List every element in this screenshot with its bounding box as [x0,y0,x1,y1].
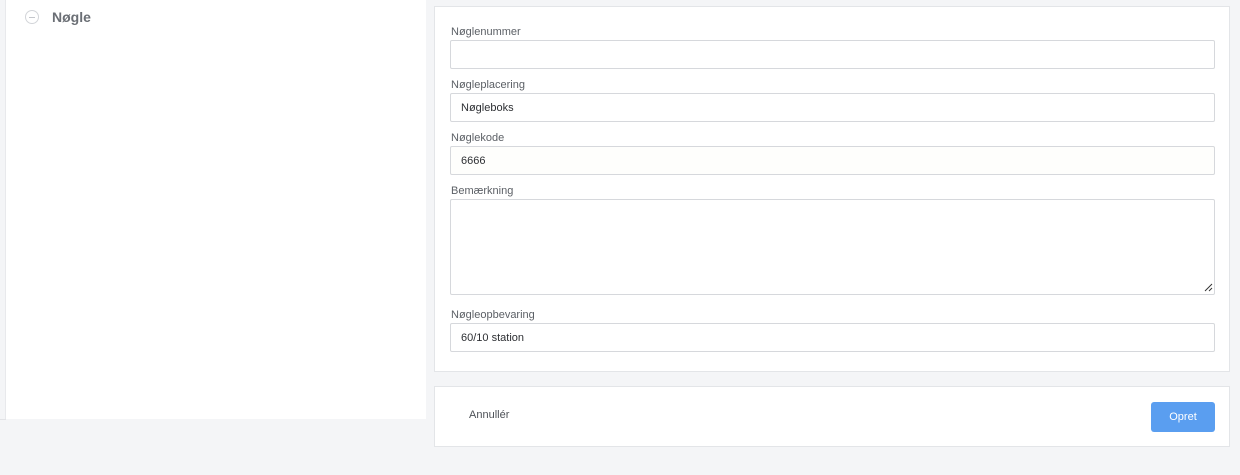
action-bar: Annullér Opret [434,386,1230,447]
key-location-label: Nøgleplacering [451,79,525,91]
divider [0,419,6,420]
key-location-input[interactable] [450,93,1215,122]
key-storage-input[interactable] [450,323,1215,352]
create-button[interactable]: Opret [1151,402,1215,432]
remark-wrapper [435,199,1229,295]
key-form-card: Nøglenummer Nøgleplacering Nøglekode Bem… [434,6,1230,372]
section-sidebar: Nøgle [5,0,426,419]
key-storage-label: Nøgleopbevaring [451,309,535,321]
key-number-label: Nøglenummer [451,26,521,38]
key-number-input[interactable] [450,40,1215,69]
resize-handle-icon[interactable] [1204,283,1213,292]
minus-circle-icon[interactable] [25,10,39,24]
section-header[interactable]: Nøgle [25,9,91,25]
key-code-input[interactable] [450,146,1215,175]
remark-textarea[interactable] [450,199,1215,295]
key-code-label: Nøglekode [451,132,505,144]
section-title: Nøgle [52,9,91,25]
remark-label: Bemærkning [451,185,514,197]
cancel-button[interactable]: Annullér [469,409,509,421]
